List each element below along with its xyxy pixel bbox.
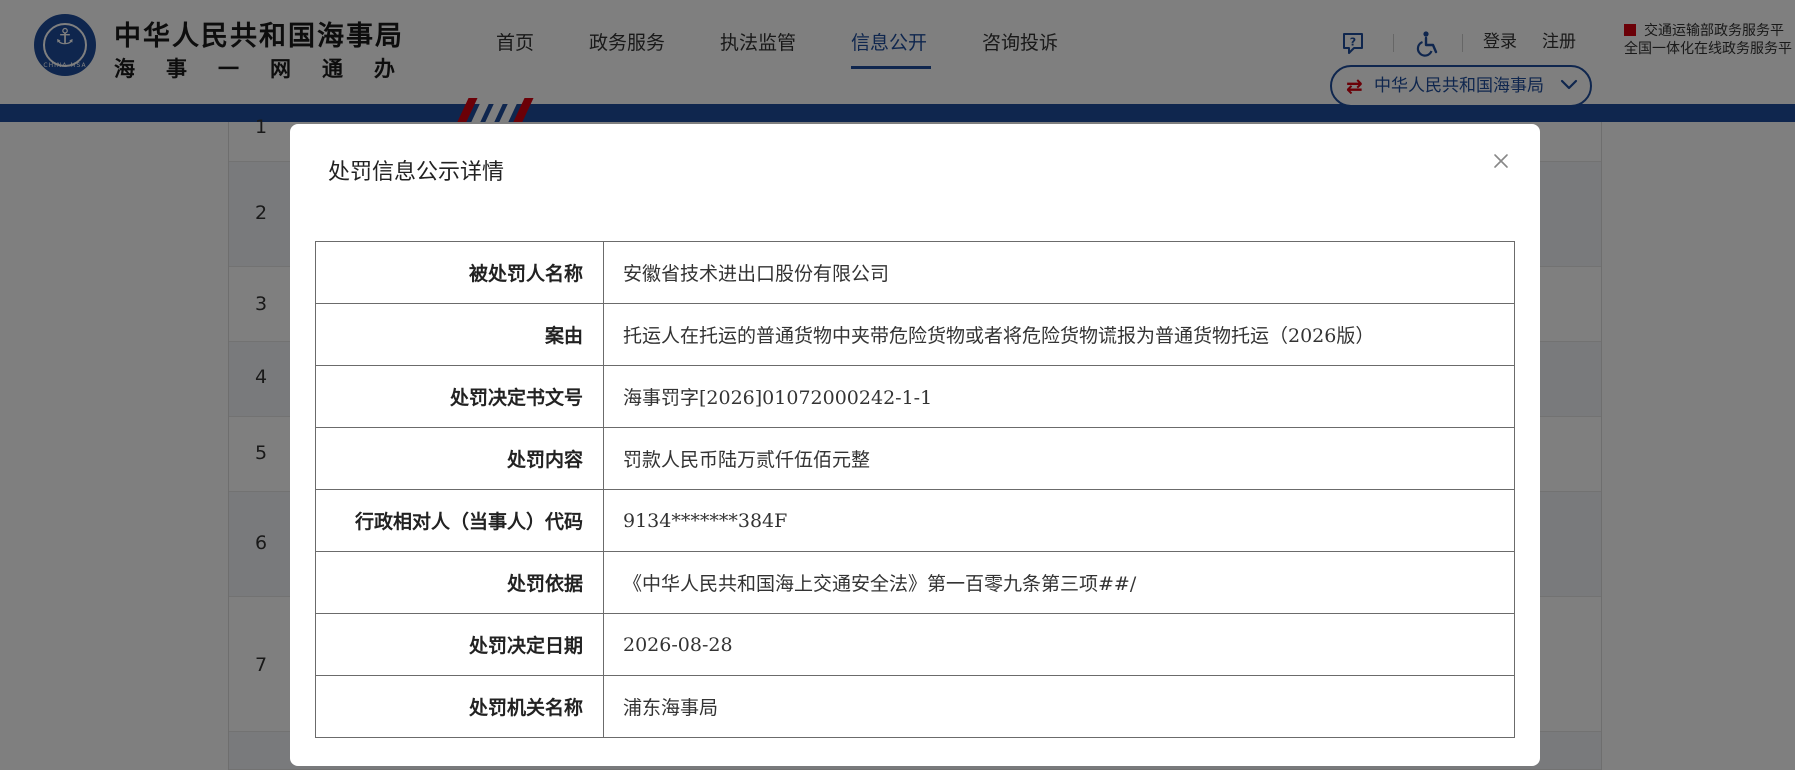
penalty-detail-dialog: 处罚信息公示详情 被处罚人名称 安徽省技术进出口股份有限公司 案由 托运人在托运…	[290, 124, 1540, 766]
detail-row: 行政相对人（当事人）代码 9134*******384F	[315, 489, 1515, 552]
dialog-title: 处罚信息公示详情	[328, 160, 505, 185]
detail-label: 行政相对人（当事人）代码	[315, 489, 604, 552]
detail-row: 处罚依据 《中华人民共和国海上交通安全法》第一百零九条第三项##/	[315, 551, 1515, 614]
detail-label: 处罚内容	[315, 427, 604, 490]
detail-label: 处罚决定书文号	[315, 365, 604, 428]
detail-value: 安徽省技术进出口股份有限公司	[603, 241, 1515, 304]
detail-value: 罚款人民币陆万贰仟伍佰元整	[603, 427, 1515, 490]
detail-row: 处罚决定书文号 海事罚字[2026]01072000242-1-1	[315, 365, 1515, 428]
detail-label: 处罚决定日期	[315, 613, 604, 676]
detail-label: 被处罚人名称	[315, 241, 604, 304]
detail-value: 浦东海事局	[603, 675, 1515, 738]
detail-label: 案由	[315, 303, 604, 366]
detail-value: 9134*******384F	[603, 489, 1515, 552]
detail-value: 海事罚字[2026]01072000242-1-1	[603, 365, 1515, 428]
detail-row: 案由 托运人在托运的普通货物中夹带危险货物或者将危险货物谎报为普通货物托运（20…	[315, 303, 1515, 366]
detail-value: 《中华人民共和国海上交通安全法》第一百零九条第三项##/	[603, 551, 1515, 614]
detail-row: 处罚机关名称 浦东海事局	[315, 675, 1515, 738]
detail-value: 托运人在托运的普通货物中夹带危险货物或者将危险货物谎报为普通货物托运（2026版…	[603, 303, 1515, 366]
penalty-detail-table: 被处罚人名称 安徽省技术进出口股份有限公司 案由 托运人在托运的普通货物中夹带危…	[315, 241, 1515, 738]
detail-value: 2026-08-28	[603, 613, 1515, 676]
detail-row: 处罚内容 罚款人民币陆万贰仟伍佰元整	[315, 427, 1515, 490]
detail-row: 处罚决定日期 2026-08-28	[315, 613, 1515, 676]
detail-label: 处罚机关名称	[315, 675, 604, 738]
detail-label: 处罚依据	[315, 551, 604, 614]
detail-row: 被处罚人名称 安徽省技术进出口股份有限公司	[315, 241, 1515, 304]
close-icon[interactable]	[1490, 150, 1512, 172]
